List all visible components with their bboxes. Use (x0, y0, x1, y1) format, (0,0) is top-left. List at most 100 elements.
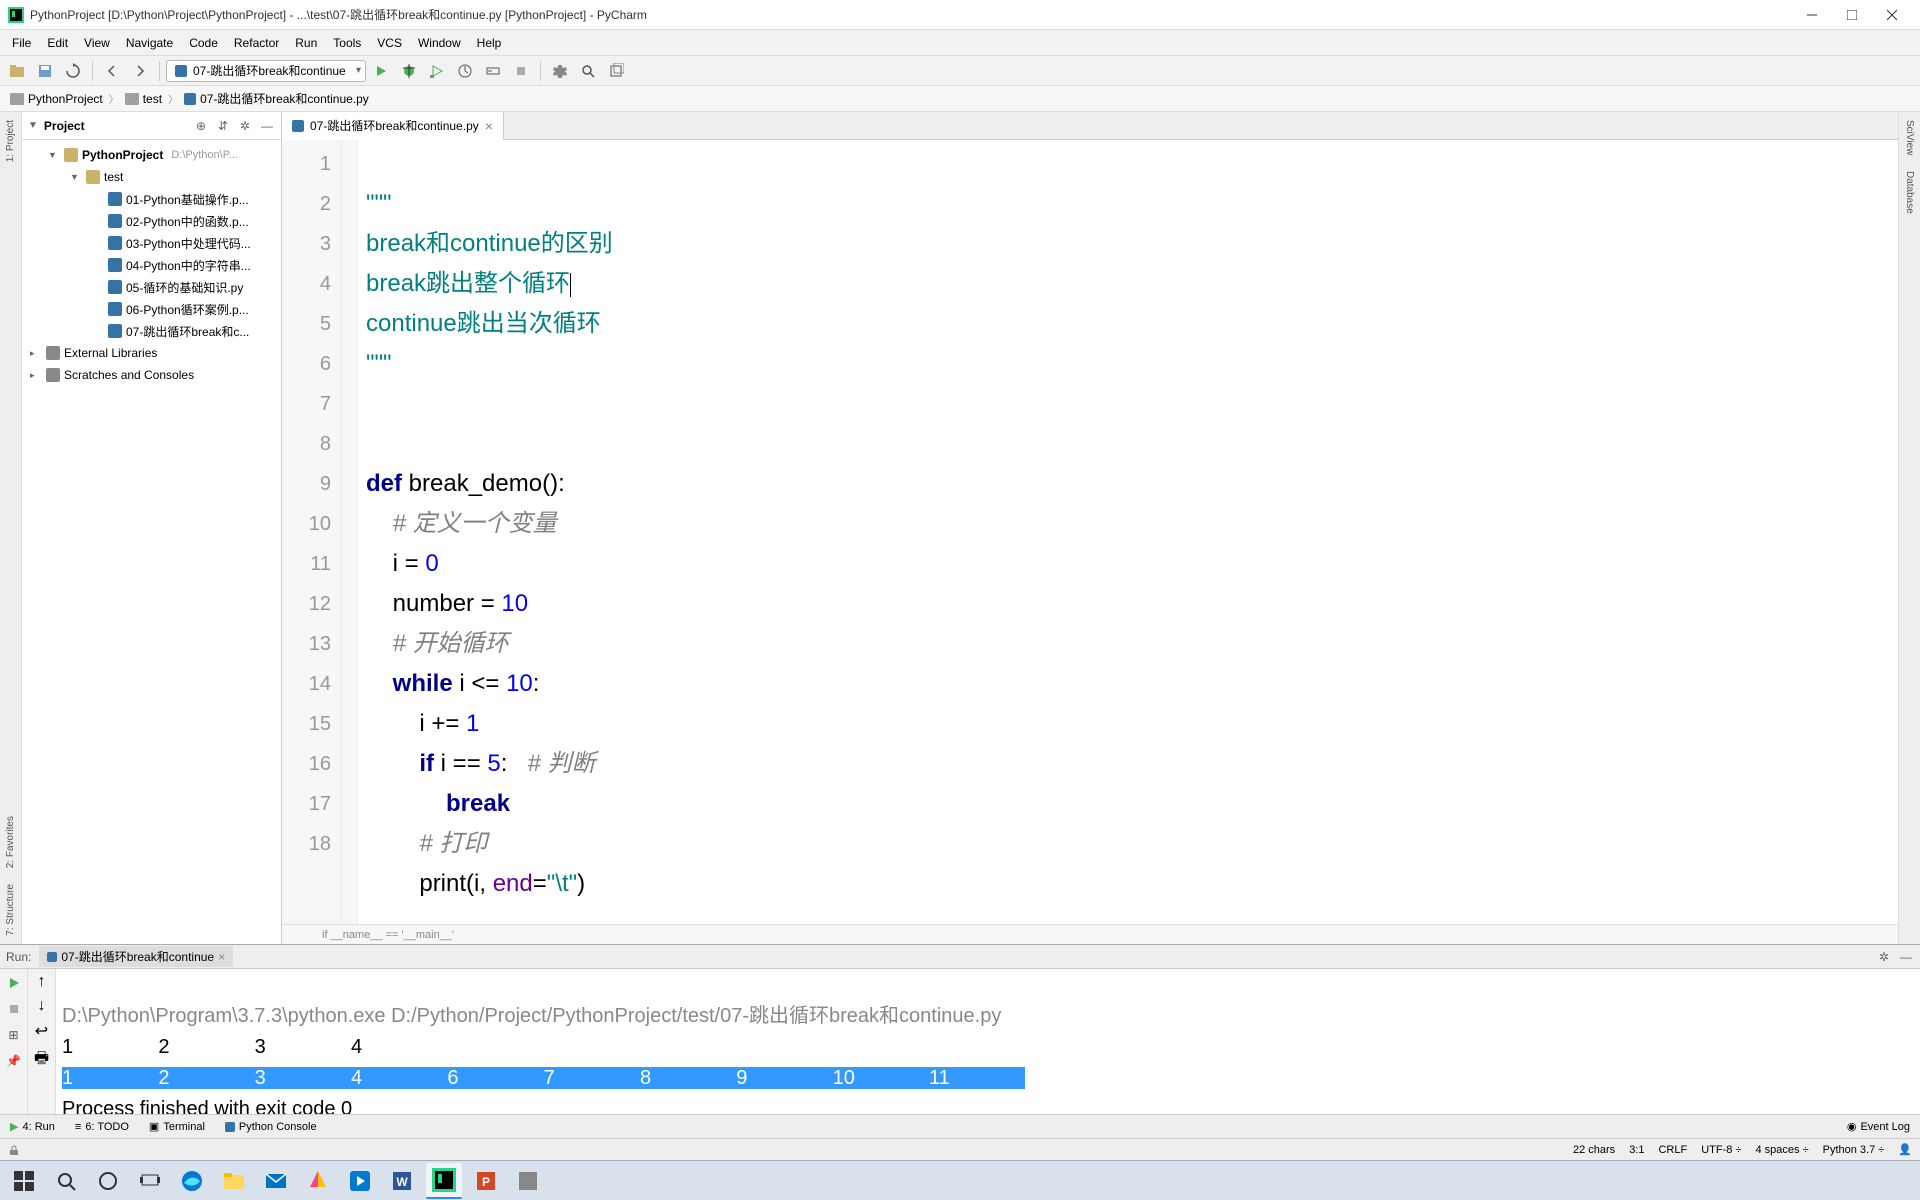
tree-folder-test[interactable]: ▼test (22, 166, 281, 188)
pycharm-icon (8, 7, 24, 23)
code-area[interactable]: """ break和continue的区别 break跳出整个循环 contin… (358, 140, 1898, 924)
open-button[interactable] (4, 58, 30, 84)
explorer-icon[interactable] (216, 1163, 252, 1199)
status-lock-icon[interactable] (8, 1144, 20, 1156)
save-all-button[interactable] (32, 58, 58, 84)
app-icon[interactable] (300, 1163, 336, 1199)
mail-icon[interactable] (258, 1163, 294, 1199)
settings-icon[interactable]: ✲ (237, 118, 253, 134)
separator (159, 61, 160, 81)
hide-icon[interactable]: — (259, 118, 275, 134)
coverage-button[interactable] (424, 58, 450, 84)
project-tree[interactable]: ▼PythonProjectD:\Python\P... ▼test 01-Py… (22, 140, 281, 944)
close-button[interactable] (1872, 1, 1912, 29)
status-interpreter[interactable]: Python 3.7 ÷ (1823, 1144, 1885, 1156)
rail-favorites[interactable]: 2: Favorites (5, 808, 16, 876)
back-button[interactable] (99, 58, 125, 84)
search-taskbar-icon[interactable] (48, 1163, 84, 1199)
close-tab-icon[interactable]: × (485, 118, 493, 134)
run-settings-icon[interactable]: ✲ (1876, 949, 1892, 965)
expand-icon[interactable]: ⇵ (215, 118, 231, 134)
run-config-selector[interactable]: 07-跳出循环break和continue (166, 60, 366, 82)
edge-icon[interactable] (174, 1163, 210, 1199)
sync-button[interactable] (60, 58, 86, 84)
forward-button[interactable] (127, 58, 153, 84)
status-position[interactable]: 3:1 (1629, 1144, 1644, 1156)
menu-run[interactable]: Run (287, 30, 325, 56)
tree-file[interactable]: 01-Python基础操作.p... (22, 188, 281, 210)
menu-file[interactable]: File (4, 30, 39, 56)
up-button[interactable]: ↑ (38, 973, 46, 991)
locate-icon[interactable]: ⊕ (193, 118, 209, 134)
menu-refactor[interactable]: Refactor (226, 30, 287, 56)
cortana-icon[interactable] (90, 1163, 126, 1199)
menu-view[interactable]: View (76, 30, 118, 56)
run-hide-icon[interactable]: — (1898, 949, 1914, 965)
media-icon[interactable] (342, 1163, 378, 1199)
minimize-button[interactable] (1792, 1, 1832, 29)
tree-file[interactable]: 06-Python循环案例.p... (22, 298, 281, 320)
status-indent[interactable]: 4 spaces ÷ (1755, 1144, 1808, 1156)
tab-event-log[interactable]: ◉Event Log (1837, 1115, 1920, 1139)
breadcrumb-file[interactable]: 07-跳出循环break和continue.py (182, 90, 371, 107)
status-encoding[interactable]: UTF-8 ÷ (1701, 1144, 1741, 1156)
powerpoint-icon[interactable]: P (468, 1163, 504, 1199)
close-run-tab-icon[interactable]: × (218, 950, 225, 964)
attach-button[interactable] (480, 58, 506, 84)
rail-structure[interactable]: 7: Structure (5, 876, 16, 944)
rail-project[interactable]: 1: Project (5, 112, 16, 170)
run-tab[interactable]: 07-跳出循环break和continue × (39, 946, 233, 967)
task-view-icon[interactable] (132, 1163, 168, 1199)
tab-run[interactable]: ▶4: Run (0, 1115, 65, 1139)
menu-window[interactable]: Window (410, 30, 469, 56)
profile-button[interactable] (452, 58, 478, 84)
tree-external-libs[interactable]: ▸External Libraries (22, 342, 281, 364)
menu-code[interactable]: Code (181, 30, 226, 56)
print-button[interactable]: 🖶 (34, 1047, 49, 1074)
status-line-sep[interactable]: CRLF (1658, 1144, 1687, 1156)
word-icon[interactable]: W (384, 1163, 420, 1199)
tab-python-console[interactable]: Python Console (215, 1115, 327, 1139)
layout-button[interactable]: ⊞ (4, 1025, 24, 1045)
status-inspect-icon[interactable]: 👤 (1898, 1143, 1912, 1156)
rerun-button[interactable] (4, 973, 24, 993)
menu-navigate[interactable]: Navigate (118, 30, 181, 56)
editor-tab-active[interactable]: 07-跳出循环break和continue.py × (282, 112, 504, 140)
run-output[interactable]: D:\Python\Program\3.7.3\python.exe D:/Py… (56, 969, 1920, 1114)
down-button[interactable]: ↓ (38, 997, 46, 1015)
breadcrumb-folder[interactable]: test (123, 92, 164, 106)
menu-tools[interactable]: Tools (325, 30, 369, 56)
menu-help[interactable]: Help (469, 30, 510, 56)
fold-gutter[interactable] (342, 140, 358, 924)
search-button[interactable] (575, 58, 601, 84)
run-button[interactable] (368, 58, 394, 84)
app2-icon[interactable] (510, 1163, 546, 1199)
start-button[interactable] (6, 1163, 42, 1199)
tree-scratches[interactable]: ▸Scratches and Consoles (22, 364, 281, 386)
menu-vcs[interactable]: VCS (369, 30, 410, 56)
pin-button[interactable]: 📌 (4, 1051, 24, 1071)
tree-file[interactable]: 05-循环的基础知识.py (22, 276, 281, 298)
rail-sciview[interactable]: SciView (1904, 112, 1915, 163)
settings-button[interactable] (547, 58, 573, 84)
maximize-button[interactable] (1832, 1, 1872, 29)
update-button[interactable] (603, 58, 629, 84)
pycharm-taskbar-icon[interactable] (426, 1163, 462, 1199)
tree-file[interactable]: 03-Python中处理代码... (22, 232, 281, 254)
breadcrumb-root[interactable]: PythonProject (8, 92, 105, 106)
editor-breadcrumb[interactable]: if __name__ == '__main__' (282, 924, 1898, 944)
editor-body[interactable]: 123456789101112131415161718 """ break和co… (282, 140, 1898, 924)
tree-file[interactable]: 02-Python中的函数.p... (22, 210, 281, 232)
tree-file[interactable]: 07-跳出循环break和c... (22, 320, 281, 342)
tree-file[interactable]: 04-Python中的字符串... (22, 254, 281, 276)
editor-tabs: 07-跳出循环break和continue.py × (282, 112, 1898, 140)
tab-terminal[interactable]: ▣Terminal (139, 1115, 215, 1139)
stop-run-button[interactable] (4, 999, 24, 1019)
tab-todo[interactable]: ≡6: TODO (65, 1115, 139, 1139)
tree-root[interactable]: ▼PythonProjectD:\Python\P... (22, 144, 281, 166)
stop-button[interactable] (508, 58, 534, 84)
menu-edit[interactable]: Edit (39, 30, 76, 56)
wrap-button[interactable]: ↩ (35, 1021, 48, 1041)
rail-database[interactable]: Database (1904, 163, 1915, 222)
debug-button[interactable] (396, 58, 422, 84)
